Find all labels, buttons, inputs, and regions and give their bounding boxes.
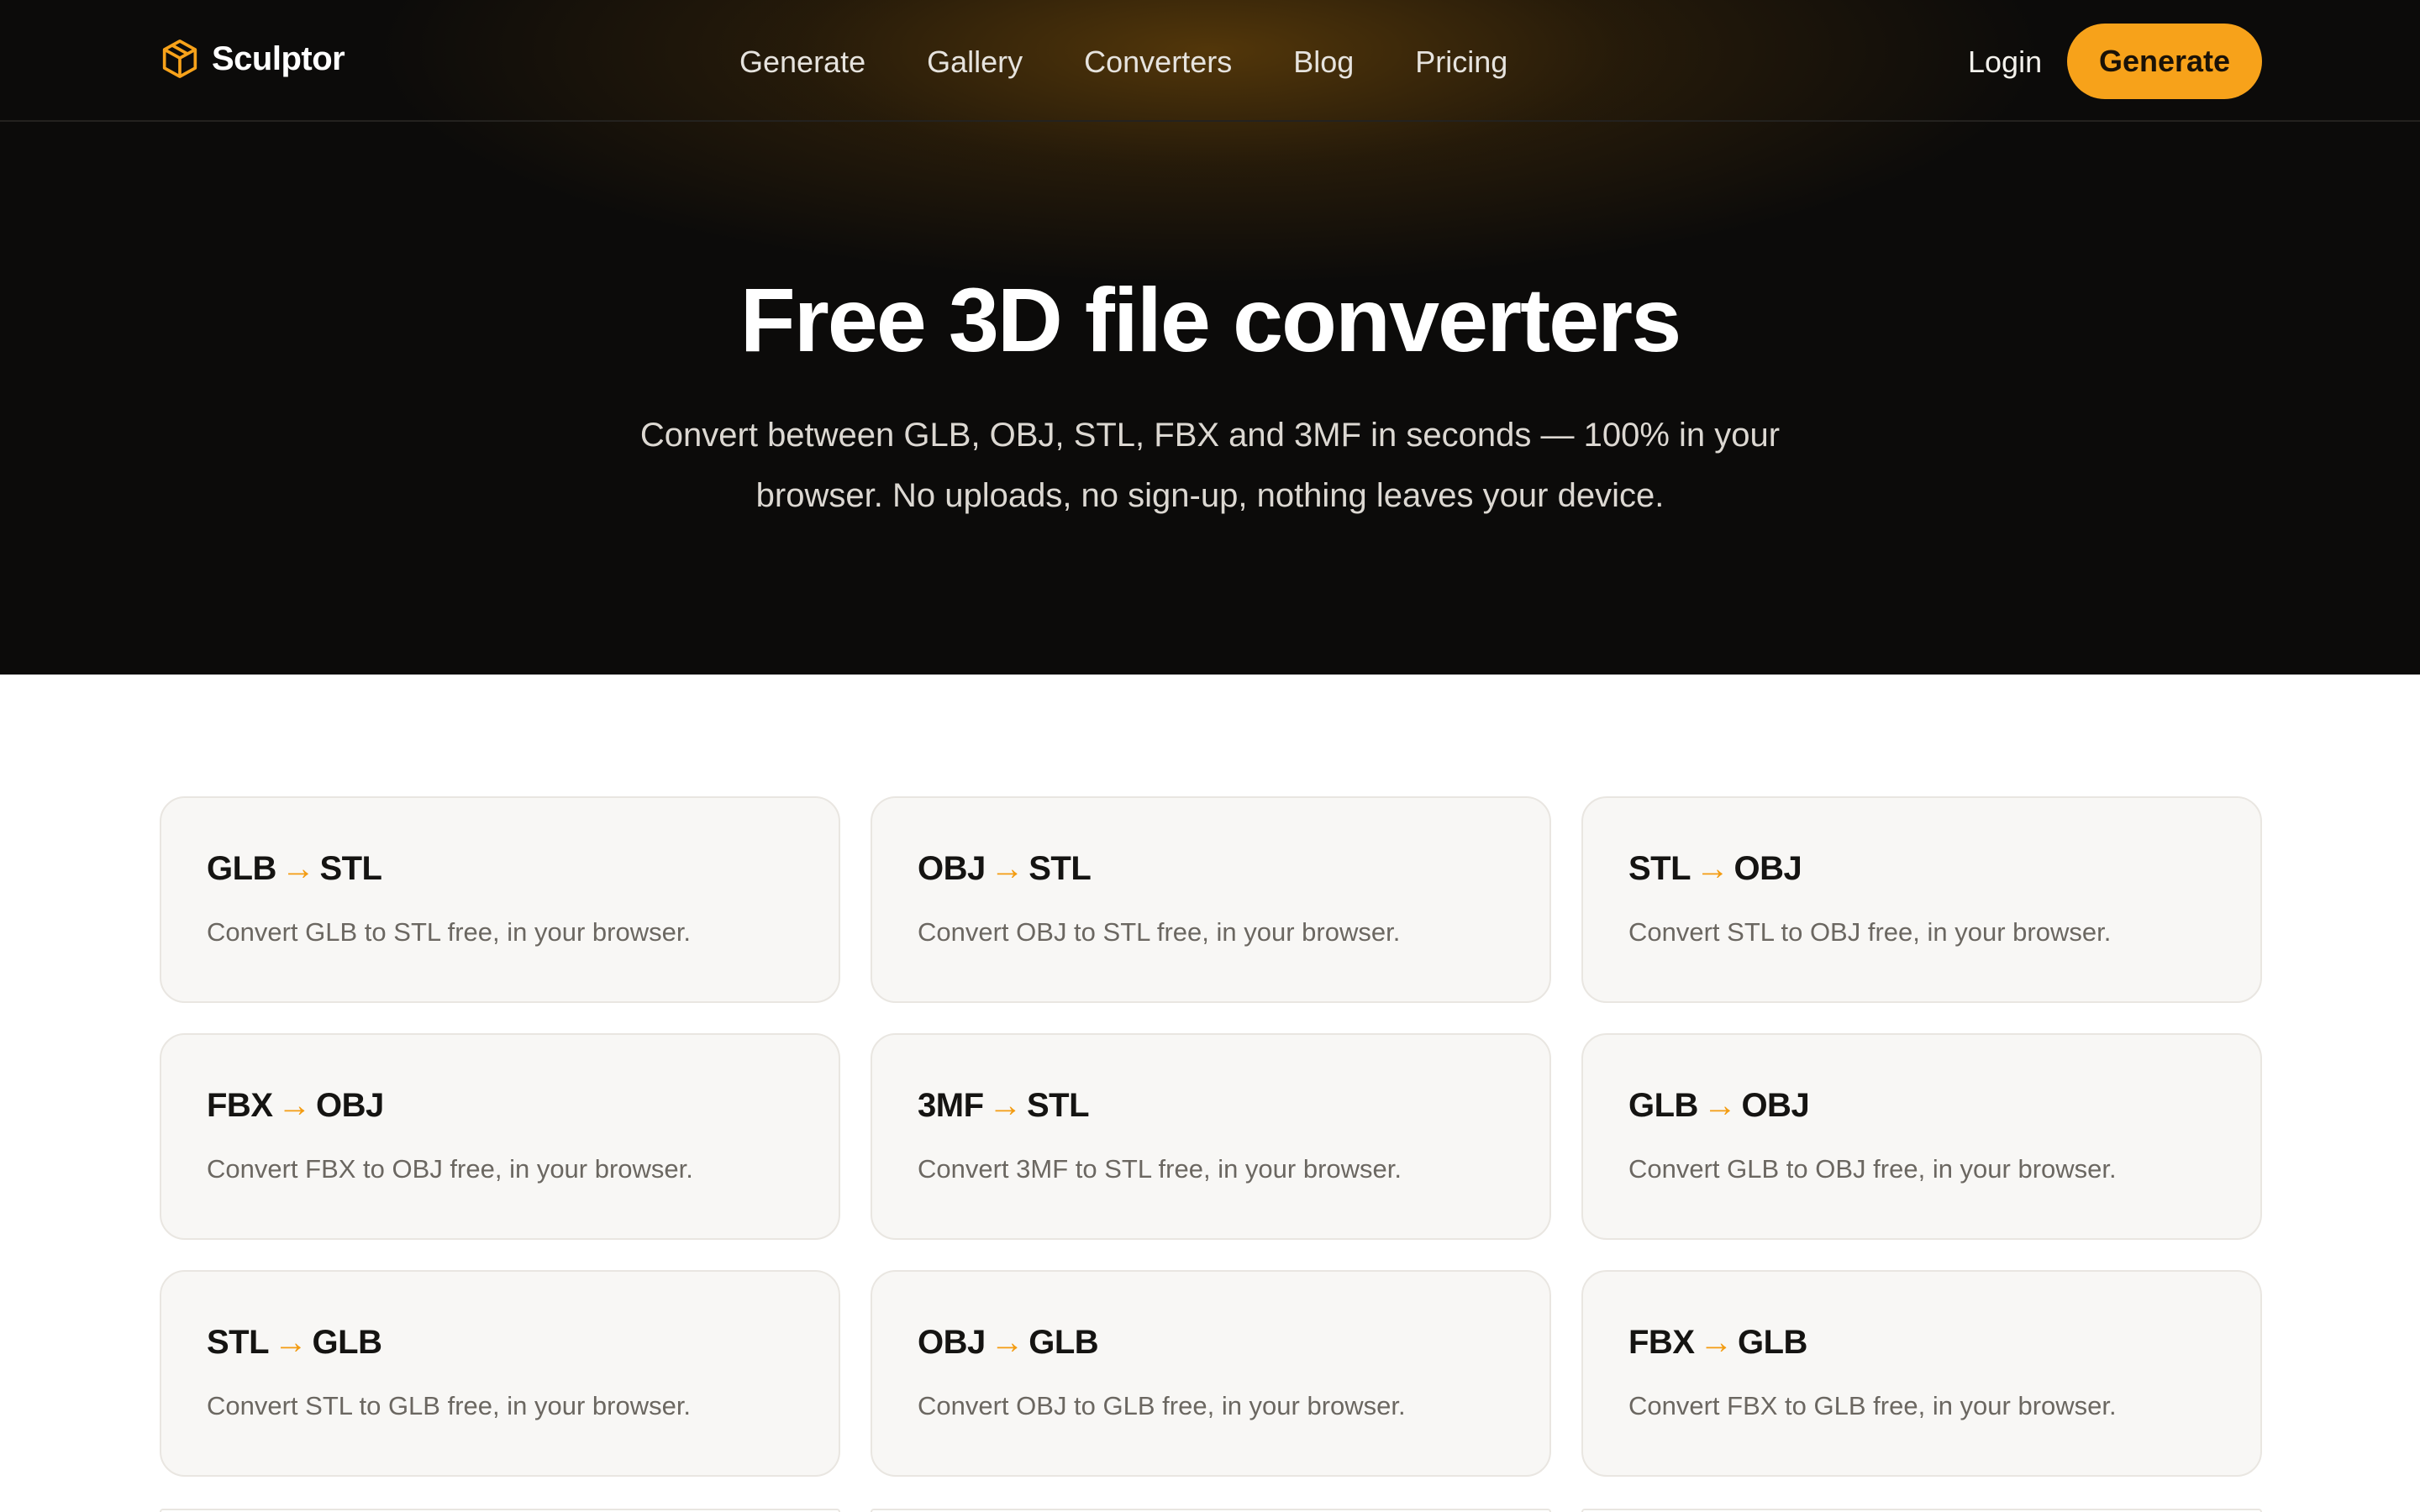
arrow-right-icon: → <box>988 1087 1023 1124</box>
card-title: OBJ → STL <box>918 850 1092 888</box>
format-to: STL <box>1027 1087 1090 1124</box>
nav-link-blog[interactable]: Blog <box>1293 45 1354 80</box>
converter-card-fbx-obj[interactable]: FBX → OBJ Convert FBX to OBJ free, in yo… <box>160 1033 840 1240</box>
converter-card-stl-glb[interactable]: STL → GLB Convert STL to GLB free, in yo… <box>160 1270 840 1477</box>
arrow-right-icon: → <box>1699 1324 1733 1361</box>
converter-card-glb-stl[interactable]: GLB → STL Convert GLB to STL free, in yo… <box>160 796 840 1003</box>
card-title: FBX → OBJ <box>207 1087 384 1125</box>
login-link[interactable]: Login <box>1968 40 2042 84</box>
format-to: OBJ <box>1733 850 1802 887</box>
card-description: Convert FBX to OBJ free, in your browser… <box>207 1154 693 1184</box>
nav-link-generate[interactable]: Generate <box>739 45 865 80</box>
converter-card-glb-obj[interactable]: GLB → OBJ Convert GLB to OBJ free, in yo… <box>1581 1033 2262 1240</box>
card-description: Convert FBX to GLB free, in your browser… <box>1628 1391 2117 1420</box>
converter-card-3mf-stl[interactable]: 3MF → STL Convert 3MF to STL free, in yo… <box>871 1033 1551 1240</box>
card-description: Convert 3MF to STL free, in your browser… <box>918 1154 1402 1184</box>
nav-link-gallery[interactable]: Gallery <box>927 45 1023 80</box>
card-title: FBX → GLB <box>1628 1324 1807 1362</box>
card-description: Convert STL to GLB free, in your browser… <box>207 1391 692 1420</box>
format-to: GLB <box>1028 1324 1099 1361</box>
hero-subtitle: Convert between GLB, OBJ, STL, FBX and 3… <box>639 417 1781 514</box>
format-from: GLB <box>1628 1087 1698 1124</box>
card-title: OBJ → GLB <box>918 1324 1099 1362</box>
partial-card-edge <box>871 1509 1551 1512</box>
arrow-right-icon: → <box>281 850 315 887</box>
converter-card-obj-glb[interactable]: OBJ → GLB Convert OBJ to GLB free, in yo… <box>871 1270 1551 1477</box>
format-to: STL <box>1028 850 1092 887</box>
card-title: STL → GLB <box>207 1324 382 1362</box>
format-from: OBJ <box>918 850 986 887</box>
nav-link-converters[interactable]: Converters <box>1084 45 1232 80</box>
arrow-right-icon: → <box>274 1324 308 1361</box>
converter-card-obj-stl[interactable]: OBJ → STL Convert OBJ to STL free, in yo… <box>871 796 1551 1003</box>
format-from: FBX <box>1628 1324 1695 1361</box>
hero-section: Sculptor Generate Gallery Converters Blo… <box>0 0 2420 675</box>
format-to: GLB <box>1738 1324 1807 1361</box>
card-description: Convert STL to OBJ free, in your browser… <box>1628 917 2112 947</box>
arrow-right-icon: → <box>990 850 1024 887</box>
format-to: GLB <box>312 1324 382 1361</box>
format-from: FBX <box>207 1087 273 1124</box>
format-from: GLB <box>207 850 276 887</box>
nav-links: Generate Gallery Converters Blog Pricing <box>739 40 1569 84</box>
card-title: 3MF → STL <box>918 1087 1090 1125</box>
card-description: Convert GLB to STL free, in your browser… <box>207 917 692 947</box>
card-title: STL → OBJ <box>1628 850 1802 888</box>
card-description: Convert GLB to OBJ free, in your browser… <box>1628 1154 2117 1184</box>
arrow-right-icon: → <box>277 1087 312 1124</box>
card-title: GLB → STL <box>207 850 382 888</box>
partial-card-edge <box>160 1509 840 1512</box>
partial-card-edge <box>1581 1509 2262 1512</box>
format-to: OBJ <box>316 1087 384 1124</box>
nav-link-pricing[interactable]: Pricing <box>1415 45 1507 80</box>
format-to: STL <box>319 850 382 887</box>
format-from: STL <box>207 1324 270 1361</box>
format-from: OBJ <box>918 1324 986 1361</box>
format-from: 3MF <box>918 1087 984 1124</box>
brand-logo[interactable]: Sculptor <box>161 37 345 81</box>
converter-card-stl-obj[interactable]: STL → OBJ Convert STL to OBJ free, in yo… <box>1581 796 2262 1003</box>
converter-card-fbx-glb[interactable]: FBX → GLB Convert FBX to GLB free, in yo… <box>1581 1270 2262 1477</box>
card-description: Convert OBJ to GLB free, in your browser… <box>918 1391 1406 1420</box>
top-nav: Sculptor Generate Gallery Converters Blo… <box>0 0 2420 122</box>
card-description: Convert OBJ to STL free, in your browser… <box>918 917 1401 947</box>
generate-button[interactable]: Generate <box>2067 24 2262 99</box>
arrow-right-icon: → <box>1696 850 1729 887</box>
cube-icon <box>162 39 197 78</box>
converter-grid: GLB → STL Convert GLB to STL free, in yo… <box>160 796 2262 1477</box>
format-to: OBJ <box>1741 1087 1810 1124</box>
arrow-right-icon: → <box>990 1324 1024 1361</box>
page-title: Free 3D file converters <box>739 269 1682 370</box>
arrow-right-icon: → <box>1702 1087 1737 1124</box>
brand-name: Sculptor <box>212 39 345 77</box>
card-title: GLB → OBJ <box>1628 1087 1810 1125</box>
format-from: STL <box>1628 850 1691 887</box>
